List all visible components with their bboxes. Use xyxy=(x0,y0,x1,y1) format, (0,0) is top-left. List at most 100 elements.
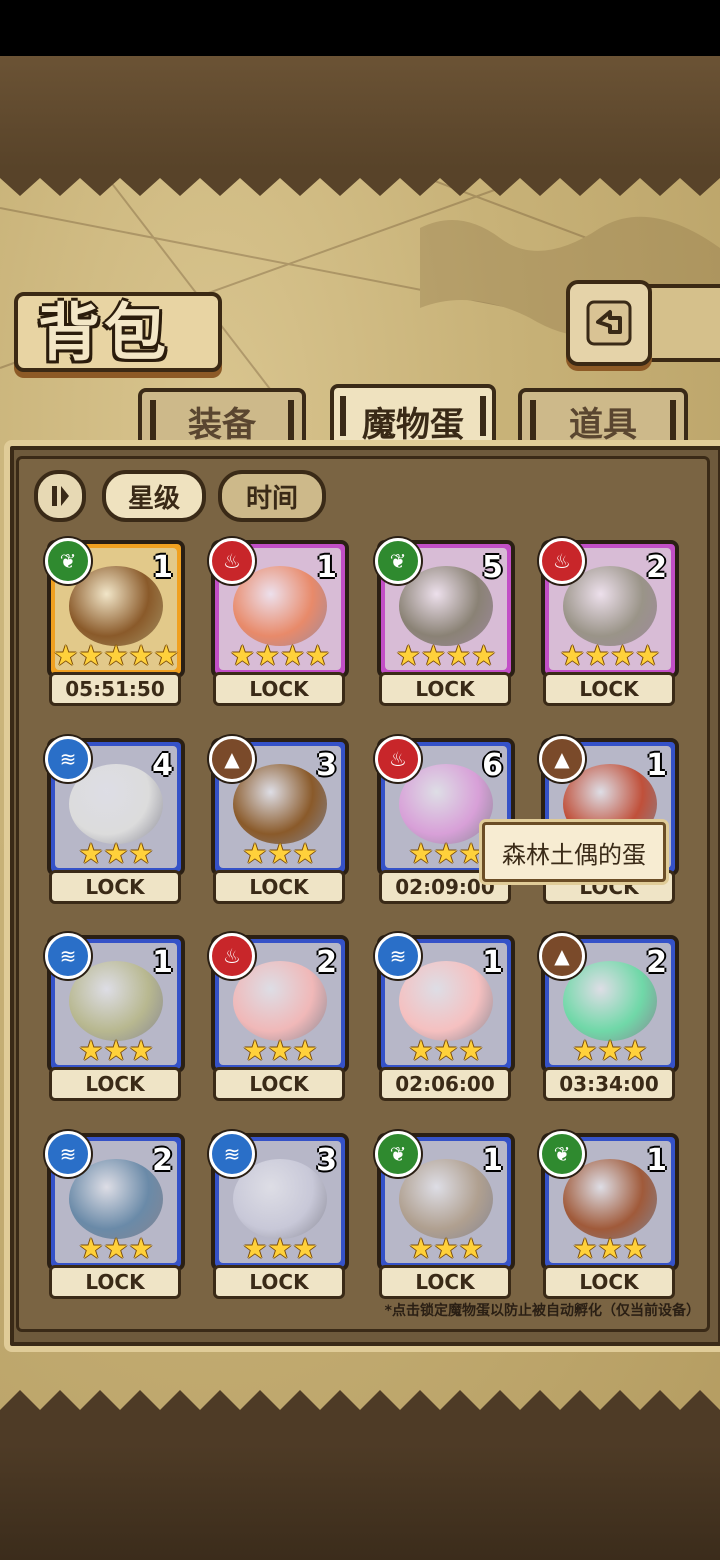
back-button-rail xyxy=(640,284,720,362)
star-rating: ★★★ xyxy=(572,1034,648,1067)
star-rating: ★★★ xyxy=(242,1232,318,1265)
tab-items-label: 道具 xyxy=(569,404,637,445)
water-element-icon: ≋ xyxy=(45,1131,91,1177)
lock-status-button[interactable]: LOCK xyxy=(213,672,345,706)
page-title: 背包 xyxy=(38,296,171,369)
tab-divider xyxy=(150,400,156,440)
hatch-timer[interactable]: 05:51:50 xyxy=(49,672,181,706)
sort-by-star-label: 星级 xyxy=(127,483,180,514)
star-rating: ★★★ xyxy=(78,837,154,870)
water-element-icon: ≋ xyxy=(375,933,421,979)
earth-element-icon: ▲ xyxy=(539,736,585,782)
lock-status-button[interactable]: LOCK xyxy=(543,1265,675,1299)
earth-element-icon: ▲ xyxy=(209,736,255,782)
nature-element-icon: ❦ xyxy=(375,1131,421,1177)
egg-quantity: 1 xyxy=(646,1143,667,1178)
earth-element-icon: ▲ xyxy=(539,933,585,979)
lock-status-button[interactable]: LOCK xyxy=(213,1265,345,1299)
egg-quantity: 4 xyxy=(152,748,173,783)
lock-status-button[interactable]: LOCK xyxy=(213,870,345,904)
egg-card[interactable]: ❦ 1 ★★★★★ xyxy=(45,538,185,678)
lock-status-button[interactable]: LOCK xyxy=(379,672,511,706)
egg-quantity: 5 xyxy=(482,550,503,585)
egg-card[interactable]: ▲ 2 ★★★ xyxy=(539,933,679,1073)
egg-card[interactable]: ♨ 2 ★★★★ xyxy=(539,538,679,678)
tab-divider xyxy=(340,396,346,436)
tab-divider xyxy=(480,396,486,436)
egg-card[interactable]: ≋ 1 ★★★ xyxy=(375,933,515,1073)
hatch-timer[interactable]: 02:06:00 xyxy=(379,1067,511,1101)
egg-card[interactable]: ♨ 2 ★★★ xyxy=(209,933,349,1073)
egg-quantity: 6 xyxy=(482,748,503,783)
star-rating: ★★★★★ xyxy=(53,639,179,672)
sort-toggle-button[interactable] xyxy=(34,470,86,522)
tab-monster-egg-label: 魔物蛋 xyxy=(362,404,464,445)
star-rating: ★★★★ xyxy=(395,639,497,672)
egg-card[interactable]: ≋ 3 ★★★ xyxy=(209,1131,349,1271)
paper-edge-bottom xyxy=(0,1390,720,1445)
star-rating: ★★★★ xyxy=(229,639,331,672)
egg-quantity: 1 xyxy=(152,945,173,980)
hatch-timer[interactable]: 03:34:00 xyxy=(543,1067,675,1101)
egg-card[interactable]: ❦ 1 ★★★ xyxy=(375,1131,515,1271)
egg-card[interactable]: ❦ 5 ★★★★ xyxy=(375,538,515,678)
egg-quantity: 1 xyxy=(316,550,337,585)
paper-edge-top xyxy=(0,168,720,196)
star-rating: ★★★ xyxy=(78,1034,154,1067)
egg-quantity: 1 xyxy=(646,748,667,783)
fire-element-icon: ♨ xyxy=(209,538,255,584)
fire-element-icon: ♨ xyxy=(375,736,421,782)
bottom-banner xyxy=(0,1445,720,1560)
egg-quantity: 2 xyxy=(316,945,337,980)
sort-by-star-button[interactable]: 星级 xyxy=(102,470,206,522)
sort-by-time-label: 时间 xyxy=(245,483,298,514)
egg-card[interactable]: ♨ 1 ★★★★ xyxy=(209,538,349,678)
star-rating: ★★★ xyxy=(408,1034,484,1067)
lock-status-button[interactable]: LOCK xyxy=(49,870,181,904)
egg-card[interactable]: ≋ 1 ★★★ xyxy=(45,933,185,1073)
star-rating: ★★★★ xyxy=(559,639,661,672)
back-arrow-icon xyxy=(586,300,632,346)
star-rating: ★★★ xyxy=(242,1034,318,1067)
egg-quantity: 3 xyxy=(316,1143,337,1178)
egg-quantity: 2 xyxy=(646,550,667,585)
sort-direction-icon xyxy=(52,486,69,506)
water-element-icon: ≋ xyxy=(209,1131,255,1177)
fire-element-icon: ♨ xyxy=(209,933,255,979)
egg-quantity: 1 xyxy=(482,1143,503,1178)
lock-hint-note: *点击锁定魔物蛋以防止被自动孵化（仅当前设备） xyxy=(384,1303,700,1319)
star-rating: ★★★ xyxy=(572,1232,648,1265)
lock-status-button[interactable]: LOCK xyxy=(49,1067,181,1101)
status-bar xyxy=(0,0,720,56)
water-element-icon: ≋ xyxy=(45,933,91,979)
back-button[interactable] xyxy=(566,280,652,366)
egg-card[interactable]: ▲ 3 ★★★ xyxy=(209,736,349,876)
nature-element-icon: ❦ xyxy=(375,538,421,584)
nature-element-icon: ❦ xyxy=(45,538,91,584)
tab-divider xyxy=(530,400,536,440)
egg-quantity: 1 xyxy=(482,945,503,980)
tab-divider xyxy=(288,400,294,440)
star-rating: ★★★ xyxy=(78,1232,154,1265)
tab-equipment-label: 装备 xyxy=(188,404,256,445)
lock-status-button[interactable]: LOCK xyxy=(543,672,675,706)
egg-card[interactable]: ❦ 1 ★★★ xyxy=(539,1131,679,1271)
fire-element-icon: ♨ xyxy=(539,538,585,584)
top-banner xyxy=(0,56,720,171)
lock-status-button[interactable]: LOCK xyxy=(49,1265,181,1299)
sort-by-time-button[interactable]: 时间 xyxy=(218,470,326,522)
egg-quantity: 2 xyxy=(152,1143,173,1178)
egg-quantity: 1 xyxy=(152,550,173,585)
egg-quantity: 2 xyxy=(646,945,667,980)
tab-divider xyxy=(670,400,676,440)
egg-card[interactable]: ≋ 4 ★★★ xyxy=(45,736,185,876)
egg-quantity: 3 xyxy=(316,748,337,783)
water-element-icon: ≋ xyxy=(45,736,91,782)
lock-status-button[interactable]: LOCK xyxy=(213,1067,345,1101)
nature-element-icon: ❦ xyxy=(539,1131,585,1177)
item-tooltip: 森林土偶的蛋 xyxy=(482,822,666,882)
star-rating: ★★★ xyxy=(242,837,318,870)
lock-status-button[interactable]: LOCK xyxy=(379,1265,511,1299)
star-rating: ★★★ xyxy=(408,1232,484,1265)
egg-card[interactable]: ≋ 2 ★★★ xyxy=(45,1131,185,1271)
